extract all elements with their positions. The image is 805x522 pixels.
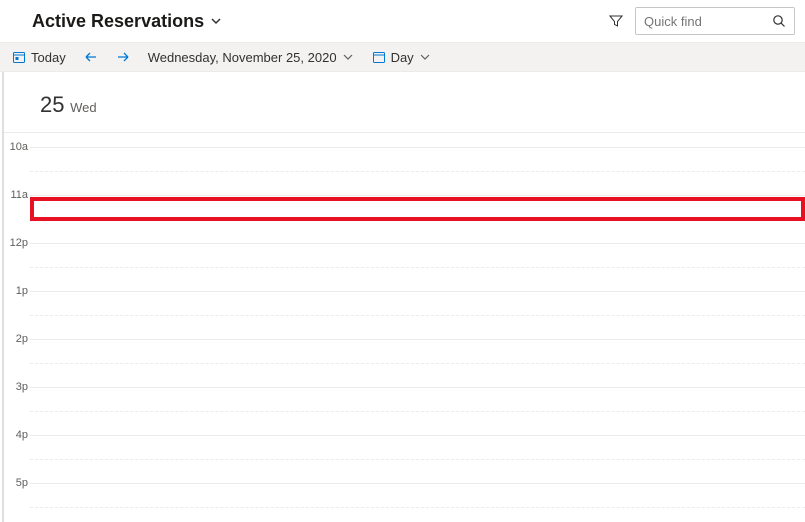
header-left: Active Reservations <box>32 11 222 32</box>
calendar-view-icon <box>372 50 386 64</box>
hour-label: 10a <box>10 141 28 153</box>
quick-find-input[interactable] <box>644 14 764 29</box>
calendar-today-icon <box>12 50 26 64</box>
hour-line <box>30 483 805 484</box>
time-grid[interactable] <box>30 133 805 522</box>
hour-label: 2p <box>16 333 28 345</box>
chevron-down-icon[interactable] <box>210 15 222 27</box>
day-number: 25 <box>40 92 64 117</box>
half-hour-line <box>30 315 805 316</box>
timeline[interactable]: 9a10a11a12p1p2p3p4p5p6p <box>4 133 805 522</box>
current-date-text: Wednesday, November 25, 2020 <box>148 50 337 65</box>
hour-label: 4p <box>16 429 28 441</box>
hour-label: 12p <box>10 237 28 249</box>
chevron-down-icon <box>419 51 431 63</box>
half-hour-line <box>30 411 805 412</box>
search-icon[interactable] <box>772 14 786 28</box>
page-title: Active Reservations <box>32 11 204 32</box>
highlight-slot <box>30 197 805 221</box>
calendar-area: 25 Wed 9a10a11a12p1p2p3p4p5p6p <box>2 72 805 522</box>
time-gutter: 9a10a11a12p1p2p3p4p5p6p <box>4 133 30 522</box>
hour-line <box>30 387 805 388</box>
date-picker[interactable]: Wednesday, November 25, 2020 <box>144 50 358 65</box>
hour-line <box>30 195 805 196</box>
half-hour-line <box>30 267 805 268</box>
hour-line <box>30 243 805 244</box>
hour-line <box>30 339 805 340</box>
next-button[interactable] <box>112 50 134 64</box>
header-right <box>609 7 795 35</box>
hour-label: 1p <box>16 285 28 297</box>
hour-label: 3p <box>16 381 28 393</box>
prev-button[interactable] <box>80 50 102 64</box>
hour-label: 5p <box>16 477 28 489</box>
half-hour-line <box>30 363 805 364</box>
hour-line <box>30 147 805 148</box>
today-button[interactable]: Today <box>8 50 70 65</box>
day-abbrev: Wed <box>70 100 97 115</box>
view-selector[interactable]: Day <box>368 50 435 65</box>
half-hour-line <box>30 507 805 508</box>
chevron-down-icon <box>342 51 354 63</box>
page-header: Active Reservations <box>0 0 805 42</box>
quick-find[interactable] <box>635 7 795 35</box>
hour-label: 11a <box>10 189 28 201</box>
calendar-toolbar: Today Wednesday, November 25, 2020 Day <box>0 42 805 72</box>
half-hour-line <box>30 171 805 172</box>
day-header[interactable]: 25 Wed <box>4 72 805 133</box>
hour-line <box>30 291 805 292</box>
filter-icon[interactable] <box>609 14 623 28</box>
today-label: Today <box>31 50 66 65</box>
half-hour-line <box>30 219 805 220</box>
hour-line <box>30 435 805 436</box>
view-label: Day <box>391 50 414 65</box>
half-hour-line <box>30 459 805 460</box>
